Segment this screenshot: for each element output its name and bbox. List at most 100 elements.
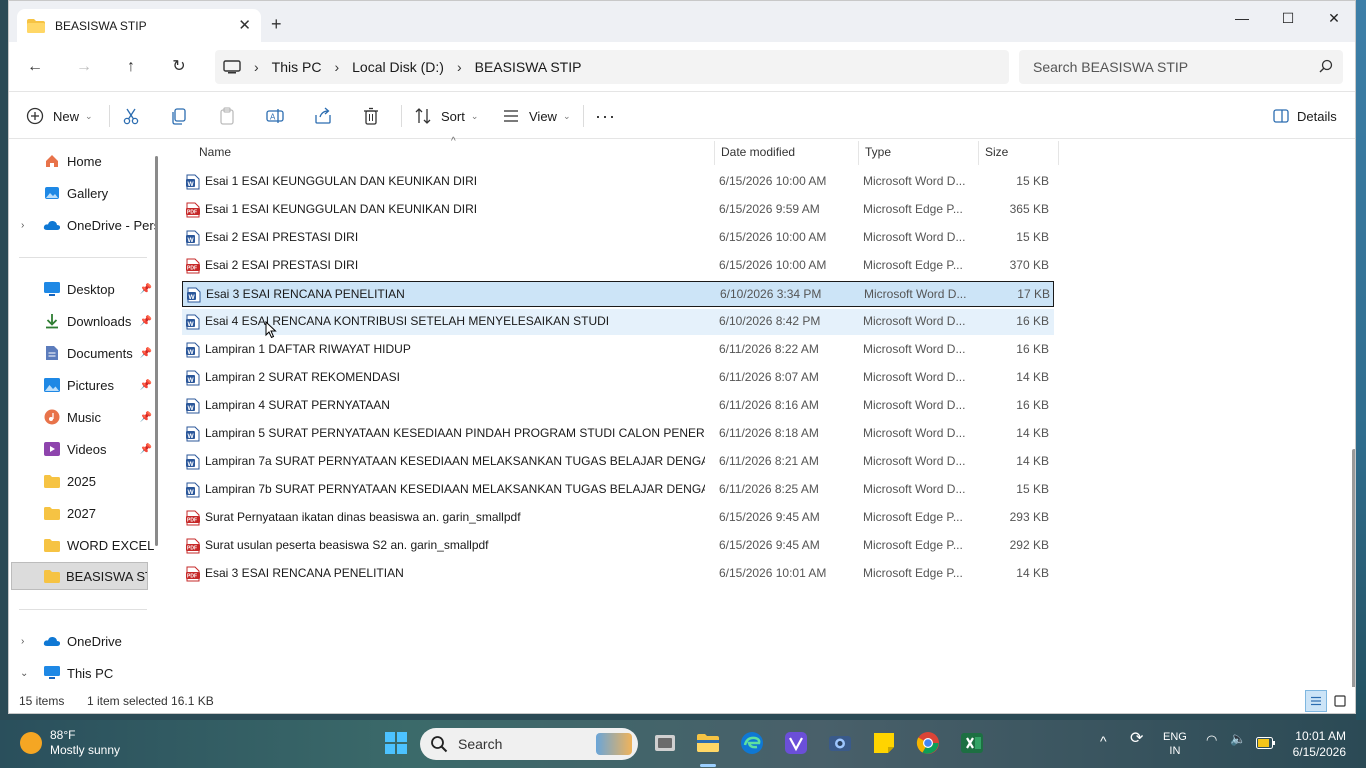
sync-icon[interactable]: ⟳ <box>1130 731 1143 747</box>
vpn-app-icon[interactable] <box>783 730 809 756</box>
volume-icon[interactable]: 🔈 <box>1230 732 1246 746</box>
file-row[interactable]: W Esai 3 ESAI RENCANA PENELITIAN 6/10/2026… <box>182 281 1054 307</box>
file-row[interactable]: W Esai 2 ESAI PRESTASI DIRI 6/15/2026 10:0… <box>182 225 1054 251</box>
sticky-notes-icon[interactable] <box>871 730 897 756</box>
file-row[interactable]: W Lampiran 7b SURAT PERNYATAAN KESEDIAAN … <box>182 477 1054 503</box>
breadcrumb-current-folder[interactable]: BEASISWA STIP <box>475 59 582 75</box>
nav-scrollbar[interactable] <box>155 156 158 546</box>
close-window-icon[interactable]: ✕ <box>1311 9 1355 27</box>
rename-button[interactable]: A <box>265 105 285 127</box>
file-row[interactable]: PDF Esai 3 ESAI RENCANA PENELITIAN 6/15/20… <box>182 561 1054 587</box>
sidebar-item-gallery[interactable]: Gallery <box>9 179 156 207</box>
chevron-up-icon[interactable]: ^ <box>1100 734 1107 748</box>
file-row[interactable]: W Esai 1 ESAI KEUNGGULAN DAN KEUNIKAN DIR… <box>182 169 1054 195</box>
delete-button[interactable] <box>361 105 381 127</box>
sidebar-item-documents[interactable]: Documents 📌 <box>9 339 156 367</box>
address-bar[interactable]: › This PC › Local Disk (D:) › BEASISWA S… <box>215 50 1009 84</box>
task-view-icon[interactable] <box>652 730 678 756</box>
details-button[interactable]: Details <box>1271 105 1337 127</box>
file-row[interactable]: W Lampiran 2 SURAT REKOMENDASI 6/11/2026 8… <box>182 365 1054 391</box>
taskbar-search-box[interactable]: Search <box>420 728 638 760</box>
pin-icon[interactable]: 📌 <box>140 316 152 327</box>
sidebar-item-pictures[interactable]: Pictures 📌 <box>9 371 156 399</box>
start-windows-icon[interactable] <box>383 730 409 756</box>
pin-icon[interactable]: 📌 <box>140 284 152 295</box>
tab-beasiswa-stip[interactable]: BEASISWA STIP ✕ <box>17 9 261 43</box>
file-explorer-icon[interactable] <box>695 730 721 756</box>
sidebar-item-onedrive-personal[interactable]: › OneDrive - Perso <box>9 211 156 239</box>
file-row[interactable]: W Lampiran 5 SURAT PERNYATAAN KESEDIAAN P… <box>182 421 1054 447</box>
close-tab-icon[interactable]: ✕ <box>238 18 251 33</box>
wifi-icon[interactable]: ◠ <box>1206 733 1217 747</box>
file-list-scrollbar[interactable] <box>1352 449 1355 705</box>
column-header-type[interactable]: Type <box>865 139 975 165</box>
maximize-icon[interactable]: ☐ <box>1265 9 1311 27</box>
sidebar-item-onedrive[interactable]: › OneDrive <box>9 627 156 655</box>
pin-icon[interactable]: 📌 <box>140 444 152 455</box>
input-language[interactable]: ENG IN <box>1163 730 1187 758</box>
file-type: Microsoft Word D... <box>863 398 966 412</box>
column-header-size[interactable]: Size <box>985 139 1055 165</box>
weather-widget[interactable]: 88°F Mostly sunny <box>20 728 120 758</box>
search-input[interactable]: Search BEASISWA STIP <box>1019 50 1343 84</box>
file-row[interactable]: PDF Esai 1 ESAI KEUNGGULAN DAN KEUNIKAN D… <box>182 197 1054 223</box>
chrome-browser-icon[interactable] <box>915 730 941 756</box>
sidebar-item-word-excel[interactable]: WORD EXCEL <box>9 531 156 559</box>
sidebar-item-music[interactable]: Music 📌 <box>9 403 156 431</box>
sidebar-item-downloads[interactable]: Downloads 📌 <box>9 307 156 335</box>
active-app-indicator <box>700 764 716 767</box>
details-view-button[interactable] <box>1305 690 1327 712</box>
sidebar-item-home[interactable]: Home <box>9 147 156 175</box>
breadcrumb-this-pc[interactable]: This PC <box>272 59 322 75</box>
word-file-icon: W <box>186 454 200 470</box>
camera-app-icon[interactable] <box>827 730 853 756</box>
file-row[interactable]: W Lampiran 4 SURAT PERNYATAAN 6/11/2026 8:… <box>182 393 1054 419</box>
cut-button[interactable] <box>121 105 141 127</box>
column-header-date[interactable]: Date modified <box>721 139 861 165</box>
pin-icon[interactable]: 📌 <box>140 348 152 359</box>
more-options-icon[interactable]: ··· <box>595 105 616 127</box>
sidebar-item-beasiswa-stip[interactable]: BEASISWA STIP <box>11 562 148 590</box>
new-button[interactable]: New ⌄ <box>25 105 93 127</box>
file-row[interactable]: W Esai 4 ESAI RENCANA KONTRIBUSI SETELAH … <box>182 309 1054 335</box>
pin-icon[interactable]: 📌 <box>140 412 152 423</box>
sidebar-item-this-pc[interactable]: ⌄ This PC <box>9 659 156 687</box>
column-header-name[interactable]: Name <box>199 139 711 165</box>
view-button[interactable]: View ⌄ <box>501 105 571 127</box>
file-row[interactable]: PDF Surat Pernyataan ikatan dinas beasisw… <box>182 505 1054 531</box>
sidebar-item-videos[interactable]: Videos 📌 <box>9 435 156 463</box>
chevron-down-icon[interactable]: ⌄ <box>20 668 28 679</box>
up-arrow-icon[interactable]: ↑ <box>119 56 143 78</box>
system-clock[interactable]: 10:01 AM 6/15/2026 <box>1293 728 1346 760</box>
forward-arrow-icon[interactable]: → <box>72 56 96 78</box>
breadcrumb-local-disk[interactable]: Local Disk (D:) <box>352 59 444 75</box>
word-file-icon: W <box>186 398 200 414</box>
minimize-icon[interactable]: — <box>1219 9 1265 27</box>
file-row[interactable]: PDF Esai 2 ESAI PRESTASI DIRI 6/15/2026 10… <box>182 253 1054 279</box>
sidebar-item-2025[interactable]: 2025 <box>9 467 156 495</box>
large-icons-view-button[interactable] <box>1329 690 1351 712</box>
chevron-right-icon[interactable]: › <box>21 220 24 231</box>
sort-button[interactable]: Sort ⌄ <box>413 105 478 127</box>
battery-icon[interactable] <box>1256 737 1276 749</box>
new-tab-icon[interactable]: + <box>271 15 282 33</box>
folder-icon <box>44 568 60 584</box>
copy-button[interactable] <box>169 105 189 127</box>
paste-button[interactable] <box>217 105 237 127</box>
chevron-right-icon[interactable]: › <box>21 636 24 647</box>
sidebar-item-2027[interactable]: 2027 <box>9 499 156 527</box>
file-row[interactable]: PDF Surat usulan peserta beasiswa S2 an. … <box>182 533 1054 559</box>
back-arrow-icon[interactable]: ← <box>23 56 47 78</box>
file-name: Esai 2 ESAI PRESTASI DIRI <box>205 258 359 272</box>
refresh-icon[interactable]: ↻ <box>167 56 191 78</box>
sidebar-item-desktop[interactable]: Desktop 📌 <box>9 275 156 303</box>
folder-icon <box>43 473 61 489</box>
search-icon <box>431 736 448 753</box>
pin-icon[interactable]: 📌 <box>140 380 152 391</box>
file-type: Microsoft Word D... <box>863 342 966 356</box>
share-button[interactable] <box>313 105 333 127</box>
file-row[interactable]: W Lampiran 7a SURAT PERNYATAAN KESEDIAAN … <box>182 449 1054 475</box>
excel-icon[interactable] <box>959 730 985 756</box>
edge-browser-icon[interactable] <box>739 730 765 756</box>
file-row[interactable]: W Lampiran 1 DAFTAR RIWAYAT HIDUP 6/11/202… <box>182 337 1054 363</box>
